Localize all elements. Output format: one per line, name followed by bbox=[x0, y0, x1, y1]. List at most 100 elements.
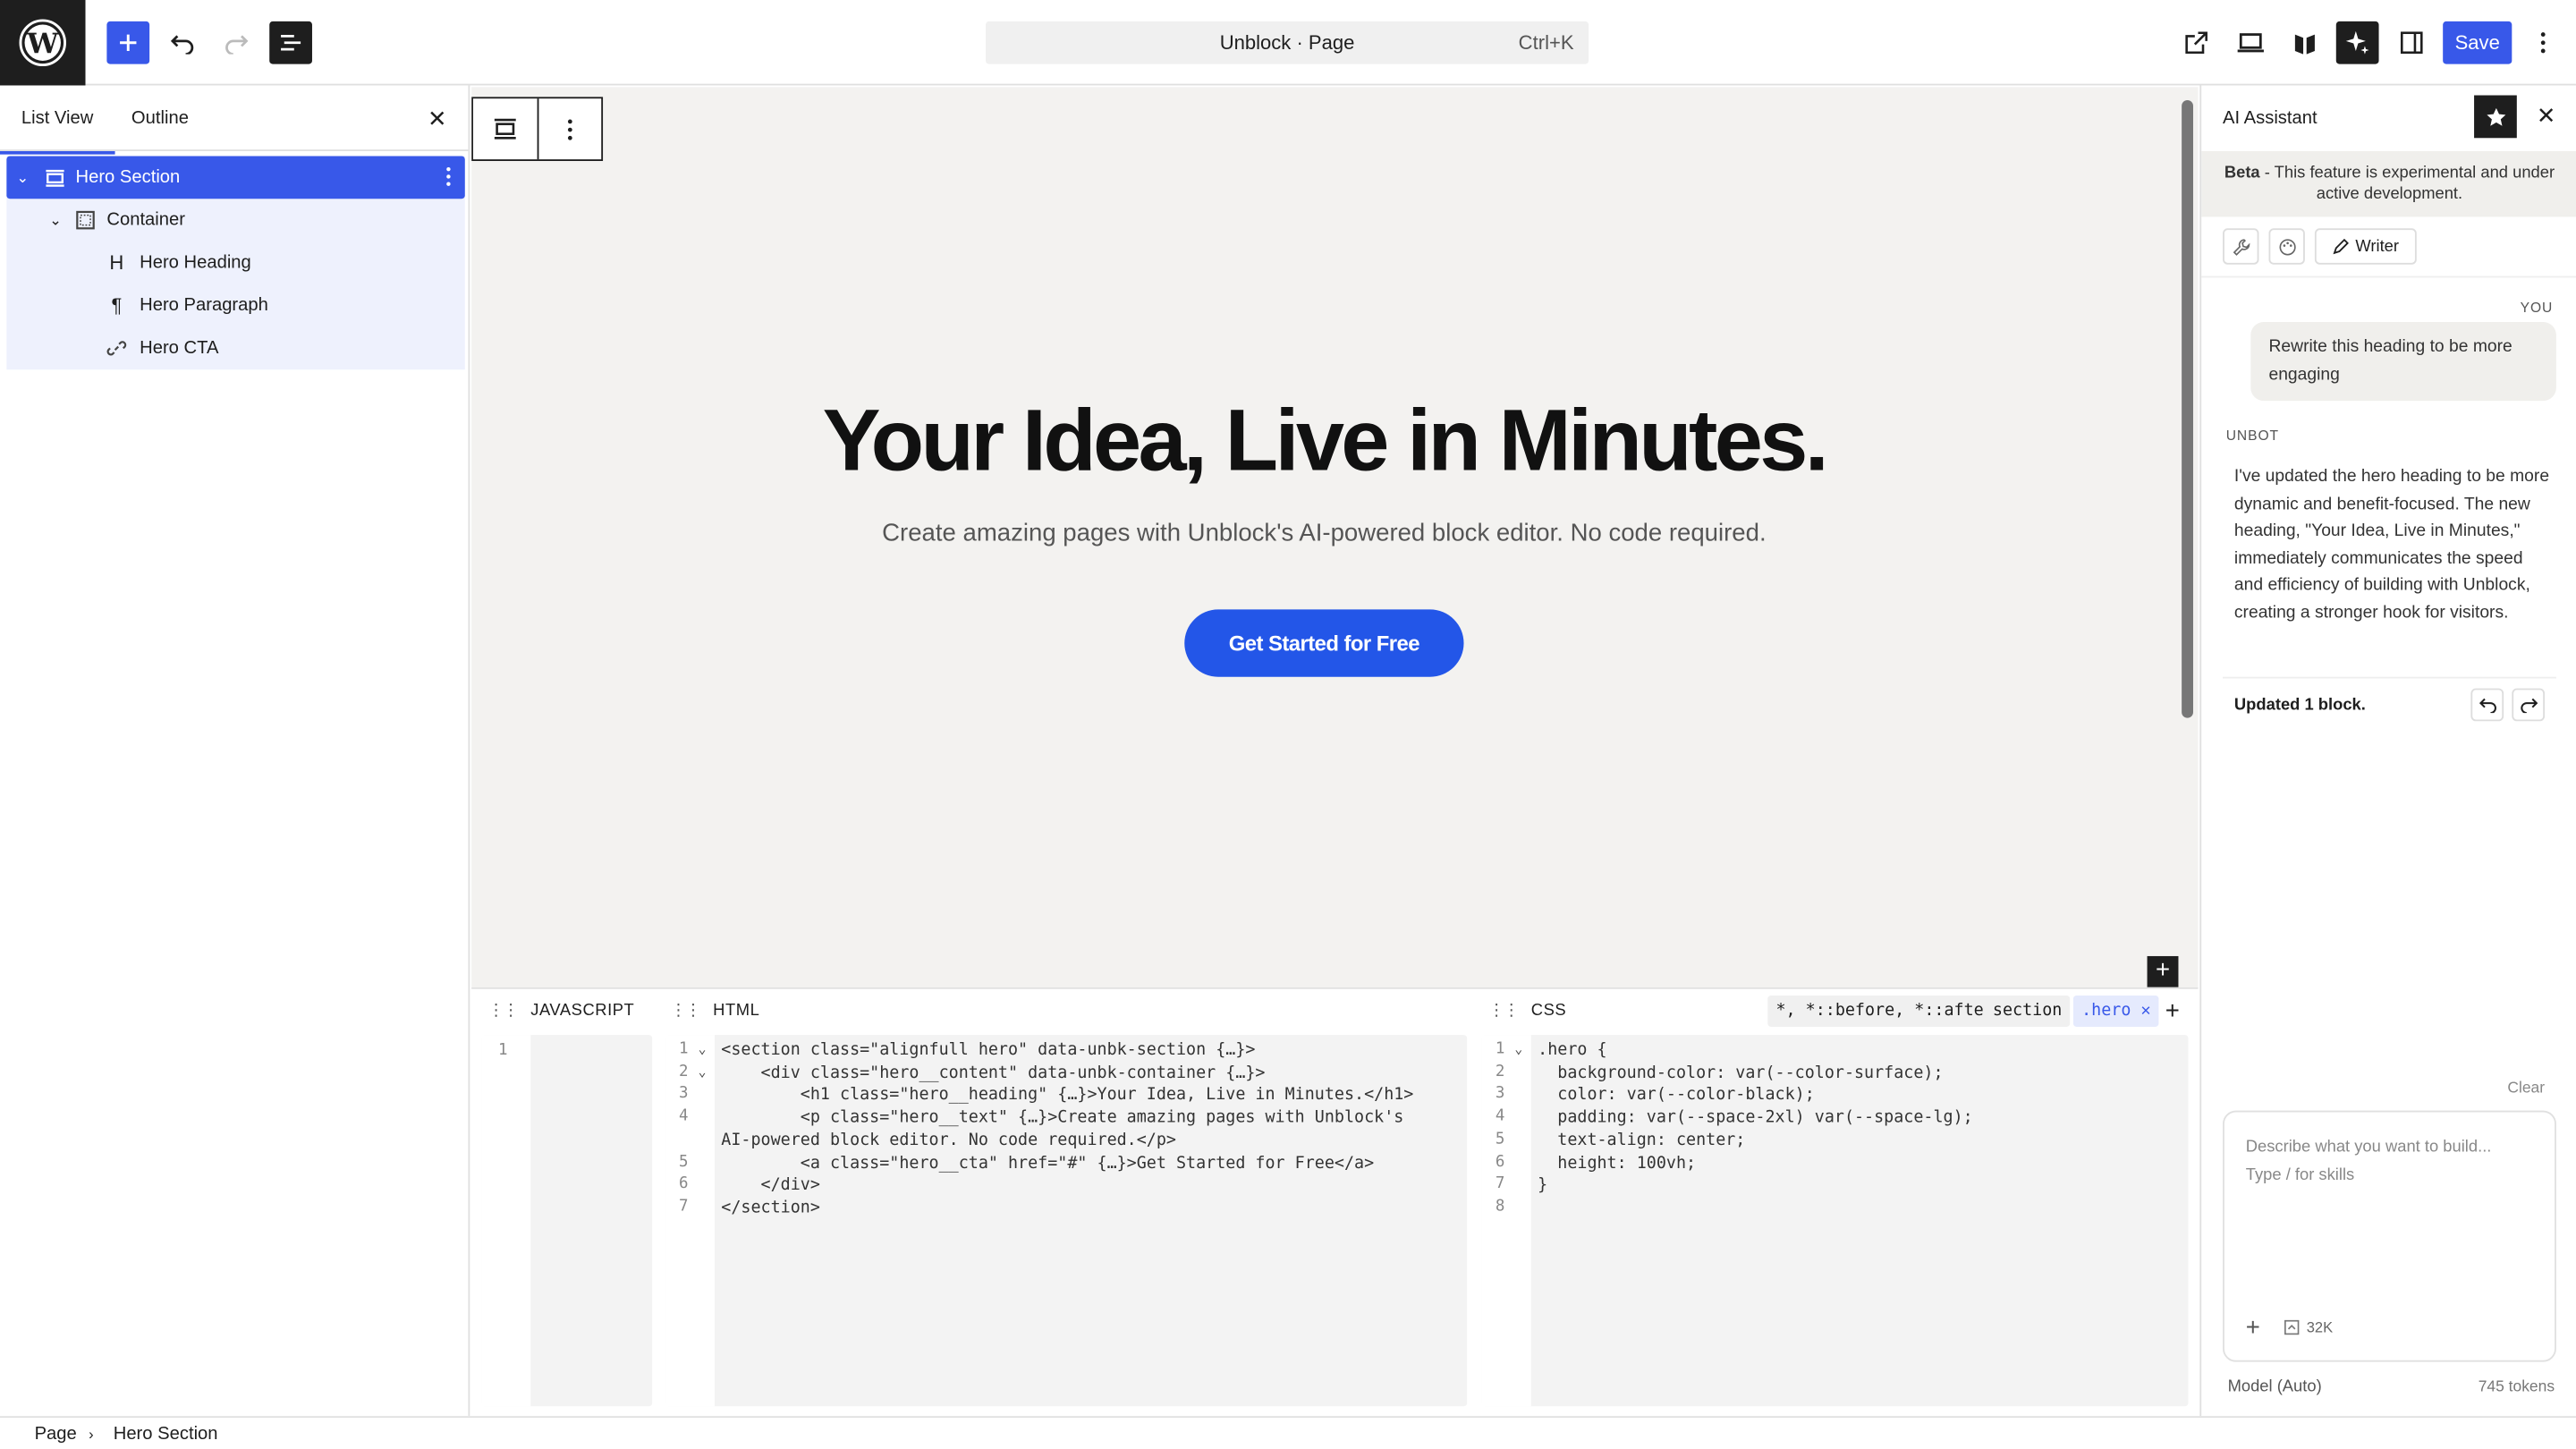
code-line: </div> bbox=[721, 1176, 820, 1195]
container-icon bbox=[74, 208, 97, 232]
palette-icon[interactable] bbox=[2268, 228, 2305, 265]
close-icon[interactable]: ✕ bbox=[428, 106, 447, 133]
beta-notice: Beta - This feature is experimental and … bbox=[2201, 150, 2576, 217]
tree-item-hero-heading[interactable]: H Hero Heading bbox=[6, 242, 464, 284]
star-icon[interactable] bbox=[2474, 95, 2517, 139]
fold-chevron-icon[interactable]: ⌄ bbox=[699, 1041, 707, 1056]
block-toolbar bbox=[471, 97, 604, 161]
save-button[interactable]: Save bbox=[2443, 21, 2512, 64]
tree-item-label: Hero Paragraph bbox=[140, 295, 268, 316]
css-editor[interactable]: 1 ⌄ 2 3 4 5 6 7 8 .hero { background-color: var(… bbox=[1481, 1035, 2189, 1407]
html-editor[interactable]: 1 ⌄ 2 ⌄ 3 4 5 6 7 <section class="alignfull hero… bbox=[665, 1035, 1468, 1407]
line-number: 6 bbox=[679, 1174, 689, 1193]
placeholder-line: Describe what you want to build... bbox=[2245, 1138, 2492, 1157]
undo-change-icon[interactable] bbox=[2470, 688, 2504, 722]
code-line: .hero { bbox=[1538, 1041, 1607, 1060]
canvas-scrollbar[interactable] bbox=[2182, 100, 2193, 718]
paragraph-icon: ¶ bbox=[111, 293, 123, 318]
drag-handle-icon[interactable]: ⋮⋮ bbox=[670, 1002, 701, 1020]
more-options-kebab-icon[interactable] bbox=[537, 98, 602, 160]
context-size-label: 32K bbox=[2306, 1318, 2334, 1336]
assistant-title: AI Assistant bbox=[2223, 108, 2318, 129]
tab-outline[interactable]: Outline bbox=[131, 108, 189, 128]
model-selector[interactable]: Model (Auto) bbox=[2228, 1378, 2322, 1396]
chevron-down-icon[interactable]: ⌄ bbox=[16, 168, 29, 186]
wordpress-logo-icon[interactable]: W bbox=[0, 0, 86, 86]
context-size-indicator[interactable]: 32K bbox=[2284, 1319, 2333, 1335]
line-gutter: 1 bbox=[481, 1035, 531, 1407]
device-preview-icon[interactable] bbox=[2229, 21, 2272, 64]
panel-title-label: JAVASCRIPT bbox=[530, 1002, 635, 1021]
tree-item-hero-section[interactable]: ⌄ Hero Section bbox=[6, 156, 465, 199]
tab-list-view[interactable]: List View bbox=[0, 108, 114, 155]
bot-label: UNBOT bbox=[2225, 427, 2279, 444]
fold-chevron-icon[interactable]: ⌄ bbox=[1514, 1041, 1522, 1056]
tree-item-label: Container bbox=[106, 210, 186, 231]
code-line: padding: var(--space-2xl) var(--space-lg… bbox=[1538, 1108, 1973, 1128]
code-line: <a class="hero__cta" href="#" {…}>Get St… bbox=[721, 1154, 1375, 1173]
beta-label: Beta bbox=[2224, 164, 2260, 182]
hero-paragraph[interactable]: Create amazing pages with Unblock's AI-p… bbox=[471, 519, 2176, 547]
line-number: 5 bbox=[1495, 1130, 1505, 1148]
code-line: height: 100vh; bbox=[1538, 1154, 1697, 1173]
block-breadcrumb: Page › Hero Section bbox=[0, 1416, 2576, 1449]
tree-item-hero-cta[interactable]: Hero CTA bbox=[6, 327, 464, 370]
hero-cta-button[interactable]: Get Started for Free bbox=[1184, 609, 1464, 677]
line-number: 3 bbox=[1495, 1084, 1505, 1104]
inserter-plus-icon[interactable]: + bbox=[2147, 955, 2179, 987]
breadcrumb-page[interactable]: Page bbox=[35, 1424, 77, 1444]
clear-button[interactable]: Clear bbox=[2507, 1080, 2545, 1097]
line-number: 4 bbox=[1495, 1107, 1505, 1126]
panel-title-label: HTML bbox=[713, 1002, 760, 1021]
block-type-icon[interactable] bbox=[473, 98, 538, 159]
unblock-logo-icon[interactable] bbox=[2284, 21, 2326, 64]
divider bbox=[2223, 676, 2556, 679]
options-kebab-icon[interactable] bbox=[2521, 21, 2564, 64]
ai-assistant-sidebar: AI Assistant ✕ Beta - This feature is ex… bbox=[2199, 85, 2576, 1417]
breadcrumb-separator-icon: › bbox=[89, 1426, 94, 1443]
redo-button[interactable] bbox=[216, 21, 258, 64]
remove-icon[interactable]: ✕ bbox=[2140, 1002, 2150, 1020]
code-line: </section> bbox=[721, 1199, 820, 1217]
hero-heading[interactable]: Your Idea, Live in Minutes. bbox=[471, 391, 2176, 491]
section-icon bbox=[43, 166, 66, 190]
ai-sparkle-icon[interactable] bbox=[2335, 21, 2379, 64]
external-link-icon[interactable] bbox=[2175, 21, 2218, 64]
javascript-panel-title: ⋮⋮ JAVASCRIPT bbox=[487, 1002, 634, 1020]
tree-item-hero-paragraph[interactable]: ¶ Hero Paragraph bbox=[6, 284, 464, 327]
you-label: YOU bbox=[2520, 299, 2554, 316]
drag-handle-icon[interactable]: ⋮⋮ bbox=[487, 1002, 519, 1020]
add-block-button[interactable] bbox=[106, 21, 150, 64]
writer-skill-button[interactable]: Writer bbox=[2314, 228, 2417, 265]
add-selector-plus-icon[interactable]: + bbox=[2165, 997, 2180, 1025]
close-icon[interactable]: ✕ bbox=[2537, 102, 2556, 130]
context-icon bbox=[2284, 1319, 2300, 1335]
command-palette[interactable]: Unblock · Page Ctrl+K bbox=[986, 21, 1589, 64]
tools-icon[interactable] bbox=[2223, 228, 2259, 265]
sidebar-tabs: List View Outline ✕ bbox=[0, 86, 469, 155]
tree-item-container[interactable]: ⌄ Container bbox=[6, 199, 464, 242]
fold-chevron-icon[interactable]: ⌄ bbox=[699, 1064, 707, 1080]
undo-button[interactable] bbox=[161, 21, 204, 64]
redo-change-icon[interactable] bbox=[2512, 688, 2546, 722]
prompt-composer[interactable]: Describe what you want to build... Type … bbox=[2223, 1110, 2556, 1362]
skill-selector: Writer bbox=[2223, 228, 2417, 265]
writer-label: Writer bbox=[2355, 237, 2400, 256]
line-number: 1 bbox=[1495, 1039, 1505, 1058]
shortcut-hint: Ctrl+K bbox=[1518, 30, 1574, 55]
selector-chip-active[interactable]: .hero ✕ bbox=[2072, 996, 2159, 1027]
block-options-kebab-icon[interactable] bbox=[445, 166, 452, 192]
breadcrumb-hero-section[interactable]: Hero Section bbox=[114, 1424, 218, 1444]
selector-chip[interactable]: *, *::before, *::after bbox=[1767, 996, 2002, 1027]
document-overview-button[interactable] bbox=[269, 21, 312, 64]
javascript-editor[interactable]: 1 bbox=[481, 1035, 653, 1407]
css-panel-title: ⋮⋮ CSS bbox=[1488, 1002, 1566, 1020]
selector-chip[interactable]: section bbox=[1984, 996, 2071, 1027]
line-number: 7 bbox=[1495, 1174, 1505, 1193]
chevron-down-icon[interactable]: ⌄ bbox=[49, 211, 62, 229]
line-number: 3 bbox=[679, 1084, 689, 1104]
attach-plus-icon[interactable]: + bbox=[2246, 1314, 2260, 1342]
drag-handle-icon[interactable]: ⋮⋮ bbox=[1488, 1002, 1520, 1020]
settings-sidebar-icon[interactable] bbox=[2390, 21, 2433, 64]
panel-title-label: CSS bbox=[1530, 1002, 1567, 1021]
